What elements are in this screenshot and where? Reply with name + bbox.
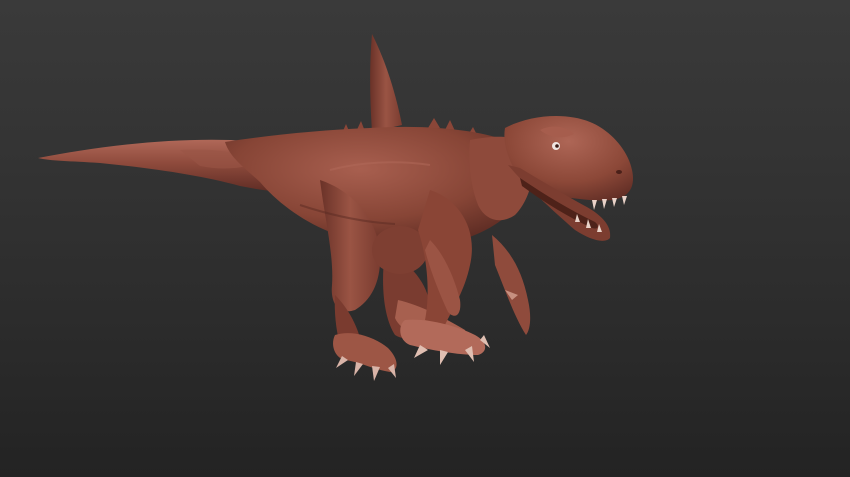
- dorsal-fin: [370, 34, 402, 132]
- nostril: [616, 170, 622, 174]
- near-foot: [333, 333, 397, 372]
- dinosaur-sculpt-canvas: [38, 34, 634, 381]
- 3d-viewport[interactable]: [0, 0, 850, 477]
- far-arm: [492, 235, 531, 335]
